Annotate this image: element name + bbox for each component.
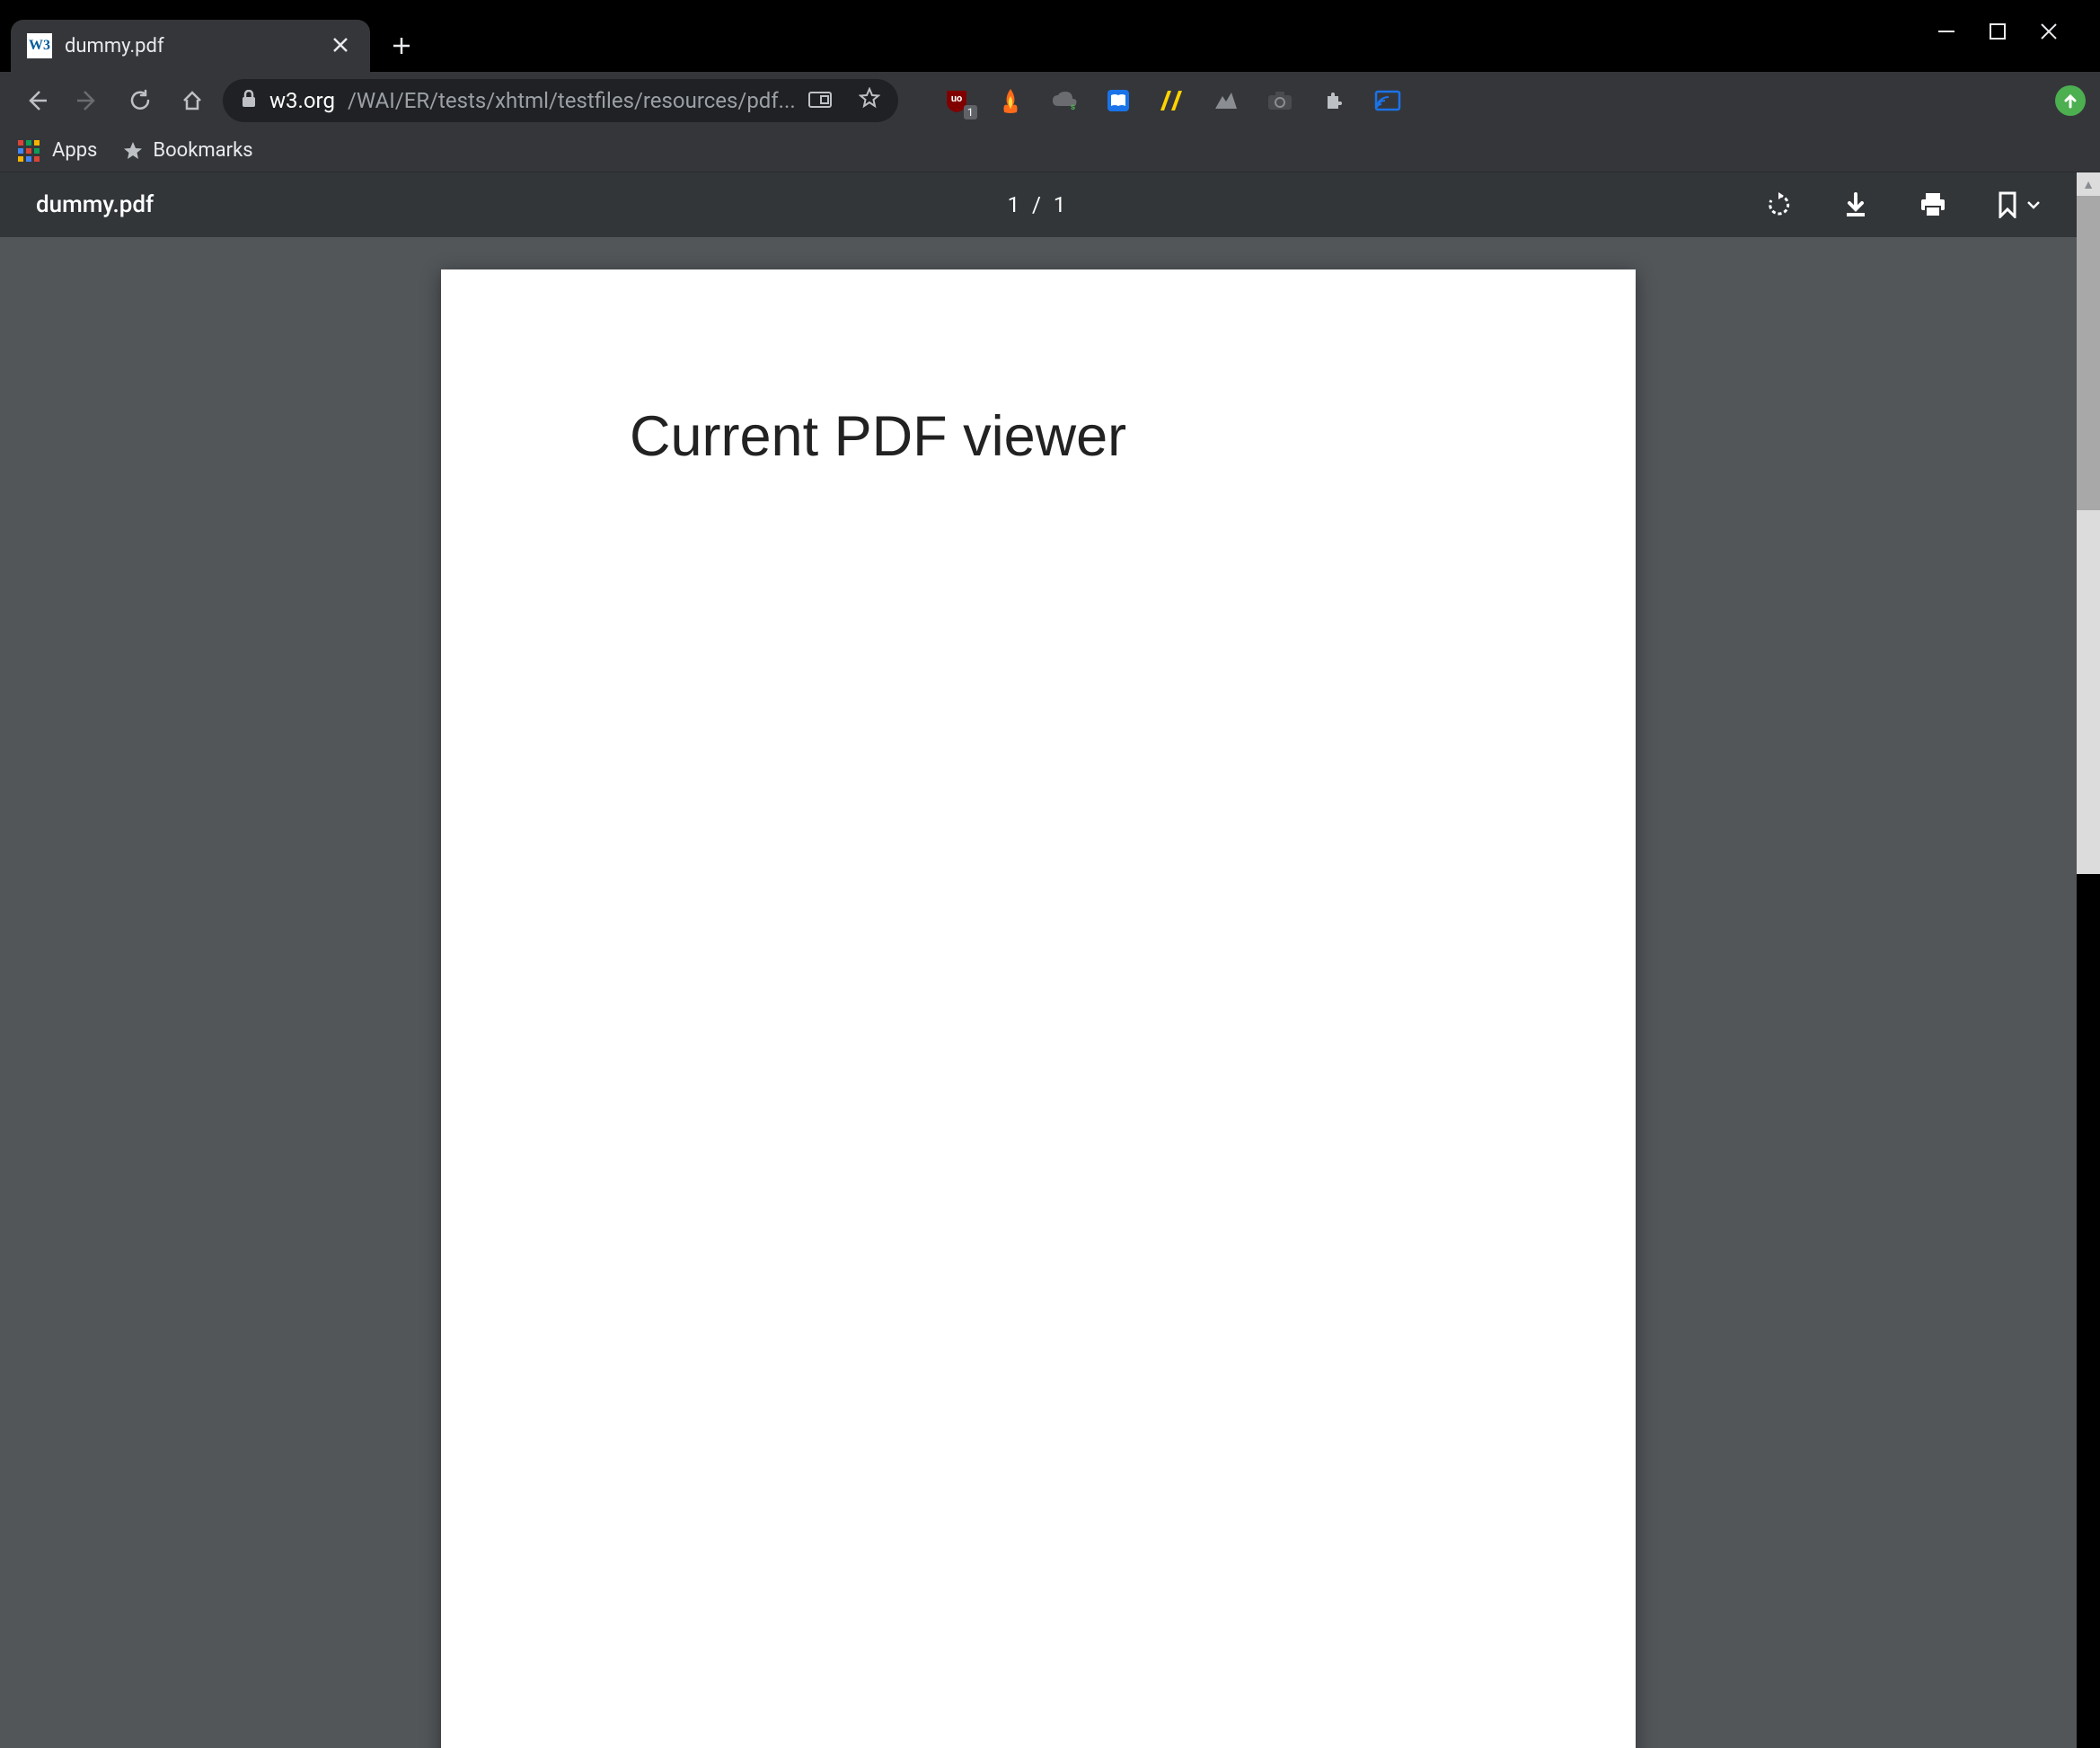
extensions-row: uo 1 s bbox=[943, 87, 1401, 114]
svg-text:uo: uo bbox=[950, 93, 961, 104]
url-domain: w3.org bbox=[269, 88, 335, 113]
vertical-scrollbar[interactable]: ▲ bbox=[2077, 172, 2100, 874]
bookmark-page-button[interactable] bbox=[1998, 191, 2017, 218]
favicon-w3: W3 bbox=[27, 33, 52, 58]
pdf-filename: dummy.pdf bbox=[36, 191, 154, 218]
extension-ublock-badge: 1 bbox=[964, 105, 977, 119]
address-bar[interactable]: w3.org/WAI/ER/tests/xhtml/testfiles/reso… bbox=[223, 79, 898, 122]
maximize-window-button[interactable] bbox=[1989, 22, 2007, 41]
extension-ublock-icon[interactable]: uo 1 bbox=[943, 87, 970, 114]
close-window-button[interactable] bbox=[2039, 22, 2059, 41]
extension-bars-icon[interactable] bbox=[1159, 87, 1186, 114]
pdf-page: Current PDF viewer bbox=[441, 269, 1636, 1748]
extension-camera-icon[interactable] bbox=[1266, 87, 1293, 114]
browser-toolbar: w3.org/WAI/ER/tests/xhtml/testfiles/reso… bbox=[0, 72, 2100, 129]
new-tab-button[interactable] bbox=[370, 20, 433, 72]
window-controls bbox=[1937, 0, 2100, 66]
pdf-content-area[interactable]: Current PDF viewer bbox=[0, 237, 2077, 1748]
profile-avatar[interactable] bbox=[2055, 85, 2086, 116]
browser-tab-active[interactable]: W3 dummy.pdf bbox=[11, 20, 370, 72]
lock-icon bbox=[241, 88, 257, 113]
home-button[interactable] bbox=[171, 79, 214, 122]
reload-button[interactable] bbox=[119, 79, 162, 122]
apps-label: Apps bbox=[52, 139, 97, 162]
extension-flame-icon[interactable] bbox=[997, 87, 1024, 114]
bookmarks-label: Bookmarks bbox=[153, 139, 252, 162]
bookmarks-bar: Apps Bookmarks bbox=[0, 129, 2100, 172]
apps-grid-icon bbox=[18, 140, 40, 162]
close-tab-button[interactable] bbox=[327, 29, 354, 63]
scroll-track[interactable] bbox=[2077, 196, 2100, 874]
pdf-heading: Current PDF viewer bbox=[630, 404, 1447, 469]
extensions-puzzle-icon[interactable] bbox=[1320, 87, 1347, 114]
bookmark-dropdown-icon[interactable] bbox=[2026, 200, 2041, 209]
url-path: /WAI/ER/tests/xhtml/testfiles/resources/… bbox=[348, 88, 796, 113]
rotate-button[interactable] bbox=[1766, 191, 1793, 218]
pdf-page-indicator[interactable]: 1 / 1 bbox=[1008, 192, 1070, 217]
extension-cloud-icon[interactable]: s bbox=[1051, 87, 1078, 114]
scroll-thumb[interactable] bbox=[2077, 196, 2100, 510]
tab-title: dummy.pdf bbox=[65, 35, 314, 57]
browser-tabstrip: W3 dummy.pdf bbox=[0, 0, 2100, 72]
cast-icon[interactable] bbox=[1374, 87, 1401, 114]
bookmarks-folder[interactable]: Bookmarks bbox=[122, 139, 252, 162]
install-app-icon[interactable] bbox=[808, 92, 832, 110]
pdf-toolbar: dummy.pdf 1 / 1 bbox=[0, 172, 2077, 237]
scroll-up-button[interactable]: ▲ bbox=[2077, 172, 2100, 196]
minimize-window-button[interactable] bbox=[1937, 22, 1956, 41]
extension-reader-icon[interactable] bbox=[1105, 87, 1132, 114]
download-button[interactable] bbox=[1843, 191, 1868, 218]
bookmark-star-icon[interactable] bbox=[844, 87, 880, 114]
apps-shortcut[interactable]: Apps bbox=[18, 139, 97, 162]
back-button[interactable] bbox=[14, 79, 57, 122]
extension-mountain-icon[interactable] bbox=[1213, 87, 1240, 114]
forward-button[interactable] bbox=[66, 79, 110, 122]
svg-text:s: s bbox=[1071, 102, 1075, 111]
print-button[interactable] bbox=[1919, 191, 1947, 218]
star-icon bbox=[122, 140, 144, 162]
